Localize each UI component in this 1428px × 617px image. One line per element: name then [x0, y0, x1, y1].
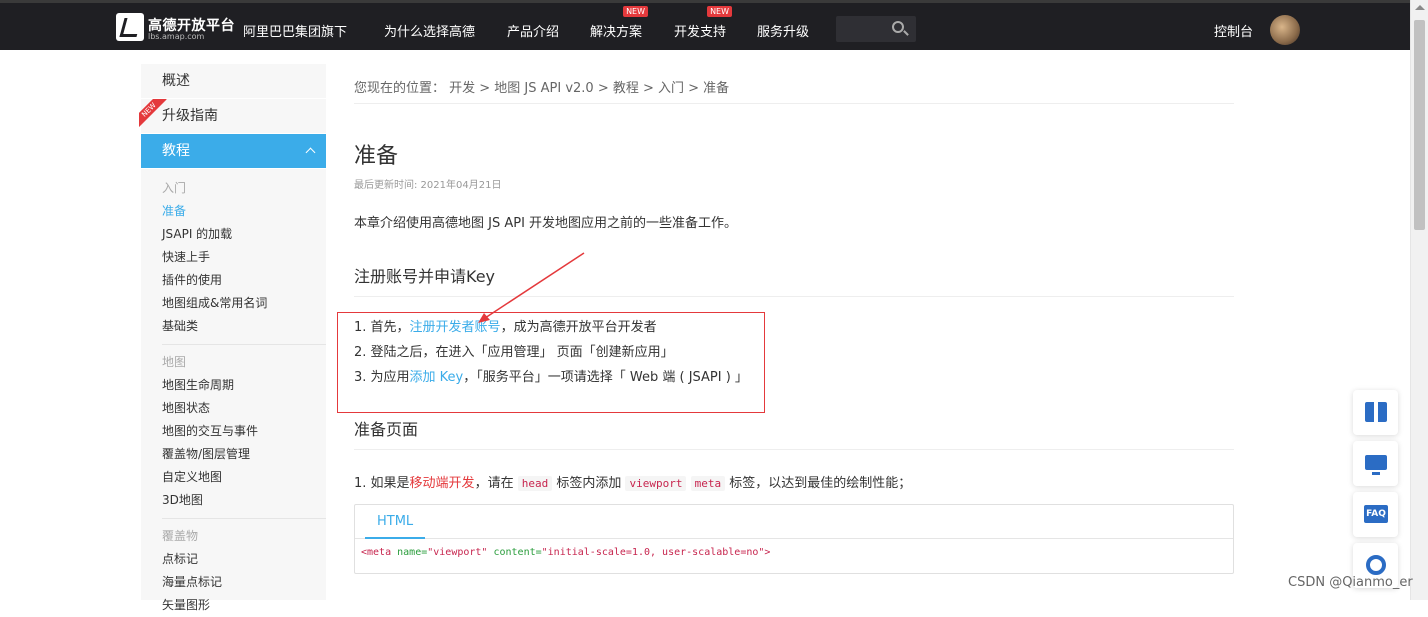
faq-icon: FAQ — [1364, 505, 1388, 523]
scrollbar-thumb[interactable] — [1414, 20, 1425, 230]
sidebar-link[interactable]: 3D地图 — [141, 489, 326, 512]
sidebar-link[interactable]: 基础类 — [141, 315, 326, 338]
sidebar-link[interactable]: 插件的使用 — [141, 269, 326, 292]
inline-code-viewport: viewport — [625, 476, 687, 491]
docs-sidebar: 概述 NEW 升级指南 教程 入门 准备 JSAPI 的加载 快速上手 插件的使… — [139, 64, 326, 612]
gift-icon — [1365, 398, 1387, 422]
intro-text: 本章介绍使用高德地图 JS API 开发地图应用之前的一些准备工作。 — [354, 216, 738, 231]
nav-products[interactable]: 产品介绍 — [507, 21, 559, 40]
divider — [162, 344, 326, 345]
console-link[interactable]: 控制台 — [1214, 21, 1253, 40]
sidebar-category: 覆盖物 — [162, 529, 199, 543]
search-icon[interactable] — [892, 21, 904, 33]
amap-logo-icon[interactable] — [116, 13, 144, 41]
new-badge: NEW — [623, 6, 649, 17]
monitor-icon — [1365, 455, 1387, 475]
code-line: <meta name="viewport" content="initial-s… — [361, 547, 771, 558]
nav-solutions[interactable]: 解决方案 NEW — [590, 6, 649, 40]
group-label: 阿里巴巴集团旗下 — [243, 25, 348, 40]
sidebar-item-overview[interactable]: 概述 — [141, 64, 326, 99]
section-heading-prepare-page: 准备页面 — [354, 410, 1234, 450]
sidebar-link[interactable]: 矢量图形 — [141, 594, 326, 617]
mobile-dev-highlight: 移动端开发 — [409, 476, 475, 491]
sidebar-item-tutorial[interactable]: 教程 — [141, 134, 326, 169]
sidebar-link[interactable]: JSAPI 的加载 — [141, 223, 326, 246]
sidebar-link[interactable]: 自定义地图 — [141, 466, 326, 489]
sidebar-link[interactable]: 点标记 — [141, 548, 326, 571]
nav-service-upgrade[interactable]: 服务升级 — [757, 21, 809, 40]
nav-why-amap[interactable]: 为什么选择高德 — [384, 21, 475, 40]
sidebar-link[interactable]: 地图的交互与事件 — [141, 420, 326, 443]
user-avatar[interactable] — [1270, 15, 1300, 45]
faq-button[interactable]: FAQ — [1353, 492, 1398, 537]
page-scrollbar[interactable] — [1410, 0, 1428, 600]
scroll-up-arrow-icon[interactable] — [1415, 5, 1425, 10]
headset-icon — [1366, 555, 1386, 575]
new-badge: NEW — [707, 6, 733, 17]
page-title: 准备 — [354, 144, 399, 169]
console-monitor-button[interactable] — [1353, 441, 1398, 486]
sidebar-link-prepare[interactable]: 准备 — [141, 200, 326, 223]
divider — [162, 518, 326, 519]
sidebar-link[interactable]: 地图组成&常用名词 — [141, 292, 326, 315]
sidebar-category: 地图 — [162, 355, 187, 369]
inline-code-head: head — [517, 476, 553, 491]
sidebar-link[interactable]: 地图生命周期 — [141, 374, 326, 397]
sidebar-category: 入门 — [162, 181, 187, 195]
top-navigation-bar: 高德开放平台 lbs.amap.com 阿里巴巴集团旗下 为什么选择高德 产品介… — [0, 0, 1410, 50]
search-input[interactable] — [836, 16, 916, 42]
inline-code-meta: meta — [690, 476, 726, 491]
nav-dev-support[interactable]: 开发支持 NEW — [674, 6, 733, 40]
last-updated: 最后更新时间: 2021年04月21日 — [354, 180, 502, 191]
sidebar-link[interactable]: 海量点标记 — [141, 571, 326, 594]
tutorial-tree: 入门 准备 JSAPI 的加载 快速上手 插件的使用 地图组成&常用名词 基础类… — [141, 169, 326, 617]
chevron-up-icon — [305, 147, 316, 158]
brand-domain: lbs.amap.com — [148, 32, 205, 41]
sidebar-item-upgrade-guide[interactable]: NEW 升级指南 — [139, 99, 326, 134]
mobile-note: 1. 如果是移动端开发，请在 head 标签内添加 viewport meta … — [354, 476, 912, 491]
sidebar-link[interactable]: 地图状态 — [141, 397, 326, 420]
breadcrumb[interactable]: 您现在的位置： 开发 > 地图 JS API v2.0 > 教程 > 入门 > … — [354, 64, 1234, 104]
annotation-arrow — [478, 252, 585, 323]
gift-button[interactable] — [1353, 390, 1398, 435]
csdn-watermark: CSDN @Qianmo_er — [1288, 575, 1413, 590]
code-tab-html[interactable]: HTML — [355, 505, 1233, 539]
code-block: HTML <meta name="viewport" content="init… — [354, 504, 1234, 574]
sidebar-link[interactable]: 覆盖物/图层管理 — [141, 443, 326, 466]
sidebar-link[interactable]: 快速上手 — [141, 246, 326, 269]
new-ribbon-badge: NEW — [139, 99, 167, 127]
